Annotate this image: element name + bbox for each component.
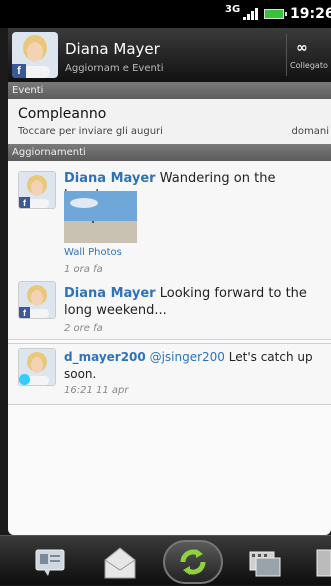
- post-author[interactable]: Diana Mayer: [64, 171, 156, 186]
- link-icon[interactable]: ∞: [296, 40, 308, 56]
- mail-icon: [104, 547, 136, 579]
- events-section-header: Eventi: [8, 82, 331, 99]
- feed-post[interactable]: f Diana Mayer Looking forward to the lon…: [8, 277, 331, 340]
- event-description: Toccare per inviare gli auguri: [18, 126, 163, 137]
- divider: [286, 34, 287, 76]
- film-icon: [249, 551, 281, 577]
- post-photo[interactable]: [64, 191, 137, 243]
- post-avatar[interactable]: f: [18, 281, 56, 319]
- status-bar: 3G 19:26: [0, 0, 331, 28]
- event-title: Compleanno: [18, 106, 107, 122]
- refresh-icon: [180, 549, 206, 575]
- contact-name: Diana Mayer: [65, 40, 160, 58]
- twitter-icon: [19, 374, 30, 385]
- call-log-icon: [316, 549, 331, 577]
- event-date: domani: [291, 126, 329, 137]
- feed-post[interactable]: f Diana Mayer Wandering on the beach... …: [8, 161, 331, 278]
- link-label[interactable]: Collegato: [290, 61, 328, 70]
- post-mention[interactable]: @jsinger200: [150, 350, 225, 364]
- post-author[interactable]: Diana Mayer: [64, 286, 156, 301]
- post-author[interactable]: d_mayer200: [64, 350, 146, 364]
- tab-more[interactable]: [305, 542, 331, 582]
- album-link[interactable]: Wall Photos: [64, 247, 122, 258]
- updates-feed[interactable]: f Diana Mayer Wandering on the beach... …: [8, 161, 331, 535]
- tab-gallery[interactable]: [245, 542, 285, 582]
- network-type: 3G: [225, 4, 241, 15]
- post-avatar[interactable]: [18, 348, 56, 386]
- contact-subtitle: Aggiornam e Eventi: [65, 63, 164, 74]
- post-avatar[interactable]: f: [18, 171, 56, 209]
- facebook-icon: f: [12, 64, 26, 78]
- birthday-event[interactable]: Compleanno Toccare per inviare gli augur…: [8, 99, 331, 144]
- updates-section-header: Aggiornamenti: [8, 144, 331, 161]
- post-time: 16:21 11 apr: [64, 385, 129, 396]
- facebook-icon: f: [19, 197, 30, 208]
- post-time: 2 ore fa: [64, 323, 103, 334]
- contact-header: f Diana Mayer Aggiornam e Eventi ∞ Colle…: [8, 28, 331, 82]
- bottom-tab-bar: [0, 535, 331, 585]
- post-text: Diana Mayer Looking forward to the long …: [64, 285, 319, 319]
- contact-avatar[interactable]: f: [12, 32, 58, 78]
- tab-messages[interactable]: [100, 542, 140, 582]
- tab-contact-details[interactable]: [30, 542, 70, 582]
- contact-card-icon: [35, 549, 65, 576]
- battery-icon: [264, 9, 287, 19]
- clock: 19:26: [290, 6, 331, 22]
- feed-post[interactable]: d_mayer200 @jsinger200 Let's catch up so…: [8, 343, 331, 405]
- tab-updates[interactable]: [163, 540, 223, 584]
- post-time: 1 ora fa: [64, 264, 103, 275]
- facebook-icon: f: [19, 307, 30, 318]
- signal-icon: [243, 8, 259, 20]
- post-text: d_mayer200 @jsinger200 Let's catch up so…: [64, 349, 319, 383]
